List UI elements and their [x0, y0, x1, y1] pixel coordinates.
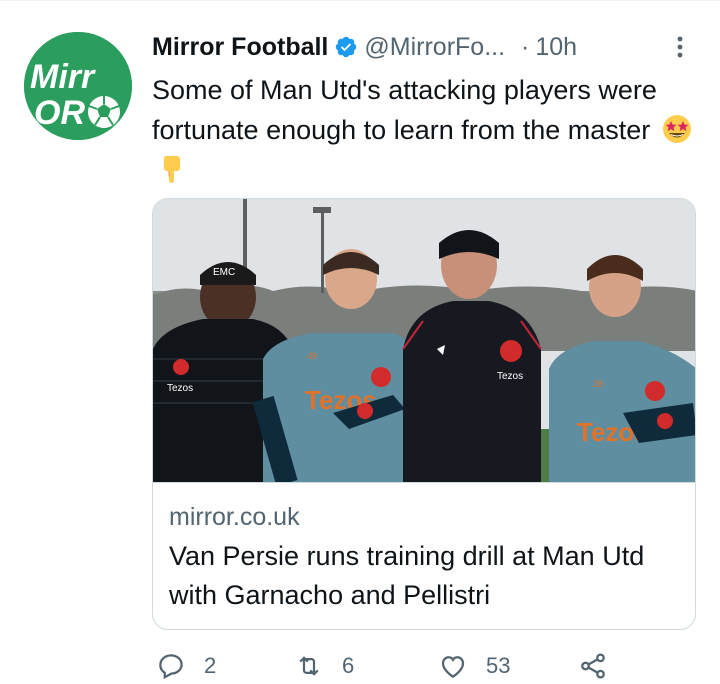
- card-image[interactable]: EMC Tezos Tezos 49 Tezos Tezos 28: [153, 199, 695, 483]
- reply-button[interactable]: 2: [156, 648, 216, 684]
- separator-dot: ·: [521, 32, 530, 61]
- tweet-text: Some of Man Utd's attacking players were…: [152, 70, 700, 190]
- training-photo: EMC Tezos Tezos 49 Tezos Tezos 28: [153, 199, 695, 482]
- tweet-body: Some of Man Utd's attacking players were…: [152, 75, 657, 145]
- reply-count: 2: [204, 653, 217, 678]
- heart-icon: [441, 656, 465, 678]
- card-title: Van Persie runs training drill at Man Ut…: [169, 541, 645, 610]
- avatar-text-top: Mirr: [30, 58, 96, 96]
- star-struck-emoji-icon: [662, 115, 691, 143]
- share-button[interactable]: [578, 648, 608, 684]
- retweet-count: 6: [342, 653, 355, 678]
- tweet-header: Mirror Football @MirrorFo... · 10h: [152, 30, 700, 64]
- hat-text: EMC: [213, 267, 235, 278]
- author-avatar[interactable]: Mirr OR: [24, 32, 132, 140]
- retweet-button[interactable]: 6: [294, 648, 354, 684]
- share-icon: [581, 653, 605, 679]
- reply-icon: [159, 654, 183, 680]
- like-count: 53: [486, 653, 511, 678]
- shirt-number-left: 49: [307, 351, 317, 361]
- verified-badge-icon: [336, 36, 357, 58]
- mirror-football-logo: Mirr OR: [24, 32, 132, 140]
- author-name[interactable]: Mirror Football: [152, 33, 328, 62]
- author-handle[interactable]: @MirrorFo...: [364, 33, 505, 62]
- card-domain: mirror.co.uk: [169, 503, 300, 531]
- tweet-actions: 2 6 53: [152, 648, 700, 684]
- retweet-icon: [299, 656, 319, 676]
- tweet[interactable]: Mirr OR Mirror Football @MirrorFo... · 1…: [0, 0, 720, 684]
- sponsor-left-text: Tezos: [167, 383, 193, 394]
- backhand-index-pointing-down-icon: [164, 156, 180, 183]
- sponsor-mid-text: Tezos: [497, 371, 523, 382]
- avatar-text-bottom: OR: [34, 94, 85, 132]
- shirt-number-right: 28: [593, 379, 603, 389]
- more-options-icon[interactable]: [670, 32, 690, 62]
- like-button[interactable]: 53: [438, 648, 510, 684]
- link-card[interactable]: EMC Tezos Tezos 49 Tezos Tezos 28 mirror…: [152, 198, 696, 630]
- tweet-timestamp[interactable]: 10h: [535, 33, 577, 62]
